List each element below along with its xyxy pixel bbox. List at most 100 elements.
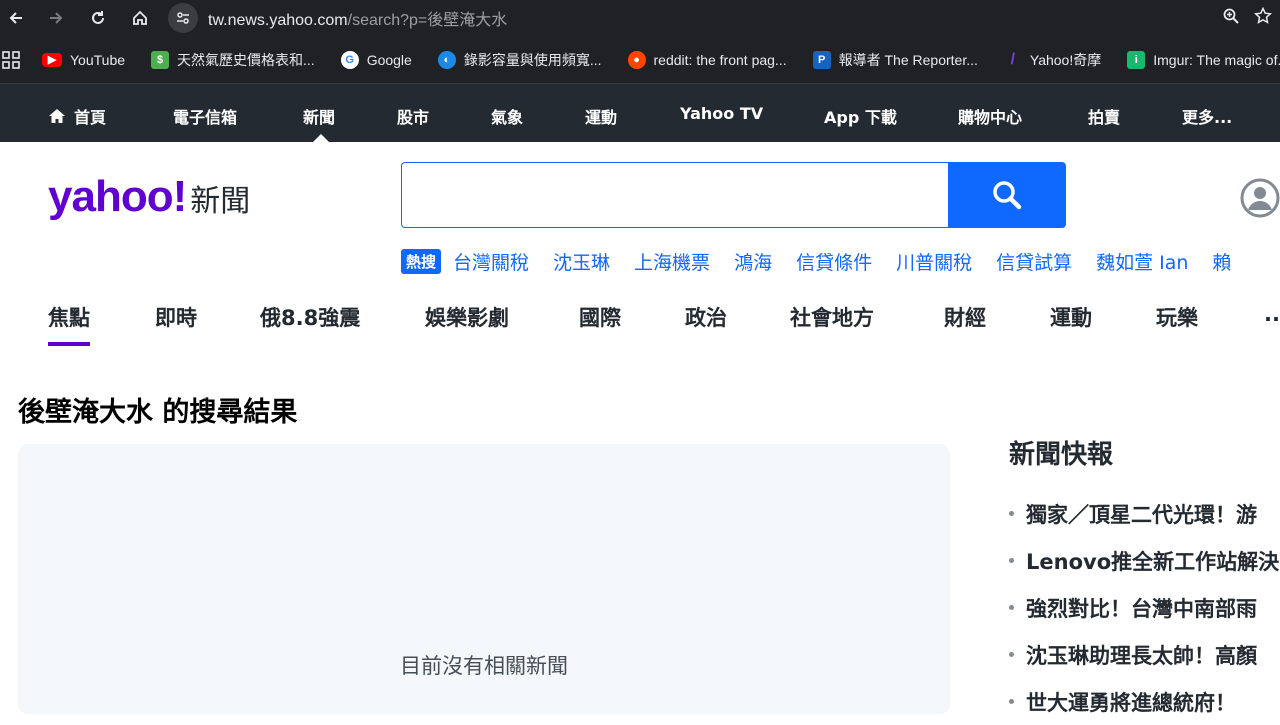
bookmark-youtube[interactable]: ▶ YouTube — [42, 52, 125, 68]
nav-label: 運動 — [585, 108, 618, 127]
trending-link[interactable]: 賴 — [1212, 248, 1231, 275]
nav-weather[interactable]: 氣象 — [491, 104, 523, 128]
nav-label: Yahoo TV — [680, 104, 764, 123]
nav-label: 拍賣 — [1088, 108, 1121, 127]
apps-grid-icon[interactable] — [2, 50, 20, 69]
tab-international[interactable]: 國際 — [579, 302, 621, 332]
site-info-button[interactable] — [168, 3, 198, 33]
trending-link[interactable]: 信貸條件 — [796, 248, 872, 275]
news-flash-item[interactable]: 獨家／頂星二代光環！游 — [1009, 490, 1280, 537]
nav-yahoo-tv[interactable]: Yahoo TV — [680, 104, 763, 123]
nav-label: 電子信箱 — [173, 108, 238, 127]
bookmark-imgur[interactable]: i Imgur: The magic of... — [1127, 50, 1280, 69]
nav-stock[interactable]: 股市 — [397, 104, 429, 128]
url-text[interactable]: tw.news.yahoo.com/search?p=後壁淹大水 — [208, 6, 507, 30]
browser-toolbar: tw.news.yahoo.com/search?p=後壁淹大水 — [0, 0, 1280, 36]
youtube-icon: ▶ — [42, 52, 62, 67]
bookmark-label: 天然氣歷史價格表和... — [177, 51, 315, 68]
bookmark-label: Imgur: The magic of... — [1153, 51, 1280, 68]
gas-price-icon: $ — [151, 50, 170, 69]
tab-sports[interactable]: 運動 — [1050, 302, 1092, 332]
bookmark-recording[interactable]: ◐ 錄影容量與使用頻寬... — [437, 50, 602, 70]
search-button[interactable] — [948, 162, 1066, 228]
yahoo-news-logo[interactable]: yahoo! 新聞 — [48, 172, 250, 222]
tab-politics[interactable]: 政治 — [685, 302, 727, 332]
reload-icon — [92, 11, 104, 24]
bookmark-reddit[interactable]: ● reddit: the front pag... — [627, 50, 787, 69]
page-header: yahoo! 新聞 熱搜 台灣關稅 沈玉琳 上海機票 鴻海 信貸條件 川普關稅 … — [0, 142, 1280, 292]
logo-section: 新聞 — [190, 184, 251, 219]
url-host: tw.news.yahoo.com — [208, 12, 348, 29]
address-bar[interactable]: tw.news.yahoo.com/search?p=後壁淹大水 — [166, 0, 1280, 36]
trending-link[interactable]: 魏如萱 Ian — [1096, 248, 1188, 275]
trending-link[interactable]: 鴻海 — [734, 248, 772, 275]
nav-label: 氣象 — [491, 108, 524, 127]
bookmark-star-icon[interactable] — [1253, 6, 1273, 30]
trending-bar: 熱搜 台灣關稅 沈玉琳 上海機票 鴻海 信貸條件 川普關稅 信貸試算 魏如萱 I… — [401, 248, 1255, 275]
bookmark-label: YouTube — [70, 51, 126, 68]
bookmark-google[interactable]: G Google — [340, 50, 412, 69]
tab-society[interactable]: 社會地方 — [790, 302, 874, 332]
back-button[interactable] — [2, 4, 30, 32]
bookmarks-bar: ▶ YouTube $ 天然氣歷史價格表和... G Google ◐ 錄影容量… — [0, 36, 1280, 84]
tab-finance[interactable]: 財經 — [944, 302, 986, 332]
news-flash-item[interactable]: Lenovo推全新工作站解決 — [1009, 537, 1280, 584]
news-flash-list: 獨家／頂星二代光環！游 Lenovo推全新工作站解決 強烈對比！台灣中南部雨 沈… — [1009, 490, 1280, 725]
category-tabs: 焦點 即時 俄8.8強震 娛樂影劇 國際 政治 社會地方 財經 運動 玩樂 ..… — [0, 292, 1280, 372]
nav-app-download[interactable]: App 下載 — [824, 104, 897, 128]
bookmark-yahoo[interactable]: / Yahoo!奇摩 — [1004, 50, 1102, 70]
trending-link[interactable]: 沈玉琳 — [553, 248, 610, 275]
tab-latest[interactable]: 即時 — [155, 302, 197, 332]
forward-button[interactable] — [42, 4, 70, 32]
reddit-icon: ● — [627, 50, 646, 69]
nav-mail[interactable]: 電子信箱 — [173, 104, 237, 128]
zoom-icon[interactable] — [1222, 7, 1240, 30]
active-nav-indicator — [313, 134, 329, 142]
nav-label: 新聞 — [303, 108, 336, 127]
news-flash-headline: 沈玉琳助理長太帥！高顏 — [1026, 643, 1257, 668]
nav-home[interactable]: 首頁 — [48, 104, 106, 128]
bullet-icon — [1009, 652, 1014, 657]
empty-results-message: 目前沒有相關新聞 — [400, 654, 568, 678]
home-button[interactable] — [126, 4, 154, 32]
nav-label: 首頁 — [74, 108, 107, 127]
nav-more[interactable]: 更多... — [1182, 104, 1232, 128]
tab-more[interactable]: ... — [1264, 302, 1280, 326]
trending-link[interactable]: 川普關稅 — [896, 248, 972, 275]
search-input[interactable] — [401, 162, 949, 228]
search-icon — [993, 181, 1022, 210]
tab-focus[interactable]: 焦點 — [48, 302, 90, 346]
news-flash-headline: 獨家／頂星二代光環！游 — [1026, 502, 1257, 527]
bookmark-reporter[interactable]: P 報導者 The Reporter... — [812, 50, 978, 70]
news-flash-item[interactable]: 強烈對比！台灣中南部雨 — [1009, 584, 1280, 631]
trending-link[interactable]: 上海機票 — [634, 248, 710, 275]
forward-arrow-icon — [50, 12, 63, 24]
bookmark-label: Yahoo!奇摩 — [1029, 51, 1102, 68]
nav-shopping[interactable]: 購物中心 — [958, 104, 1022, 128]
trending-link[interactable]: 信貸試算 — [996, 248, 1072, 275]
bullet-icon — [1009, 699, 1014, 704]
camera-icon: ◐ — [437, 50, 456, 69]
page-title: 後壁淹大水 的搜尋結果 — [18, 397, 298, 428]
trending-link[interactable]: 台灣關稅 — [453, 248, 529, 275]
tab-leisure[interactable]: 玩樂 — [1156, 302, 1198, 332]
tab-earthquake[interactable]: 俄8.8強震 — [260, 302, 360, 332]
nav-sports[interactable]: 運動 — [585, 104, 617, 128]
bookmark-label: reddit: the front pag... — [653, 51, 787, 68]
account-icon[interactable] — [1240, 178, 1280, 218]
news-flash-item[interactable]: 沈玉琳助理長太帥！高顏 — [1009, 631, 1280, 678]
url-path: /search?p=後壁淹大水 — [347, 12, 508, 29]
yahoo-top-nav: 首頁 電子信箱 新聞 股市 氣象 運動 Yahoo TV App 下載 購物中心… — [0, 84, 1280, 142]
news-flash-title: 新聞快報 — [1009, 440, 1114, 470]
reload-button[interactable] — [84, 4, 112, 32]
bullet-icon — [1009, 511, 1014, 516]
nav-label: 更多... — [1182, 108, 1233, 127]
tab-entertainment[interactable]: 娛樂影劇 — [425, 302, 509, 332]
news-flash-item[interactable]: 世大運勇將進總統府！ — [1009, 678, 1280, 725]
nav-news[interactable]: 新聞 — [303, 104, 335, 128]
trending-badge: 熱搜 — [401, 249, 442, 274]
nav-auction[interactable]: 拍賣 — [1088, 104, 1120, 128]
bookmark-label: Google — [366, 51, 412, 68]
nav-label: 購物中心 — [958, 108, 1023, 127]
bookmark-gas-price[interactable]: $ 天然氣歷史價格表和... — [151, 50, 315, 70]
